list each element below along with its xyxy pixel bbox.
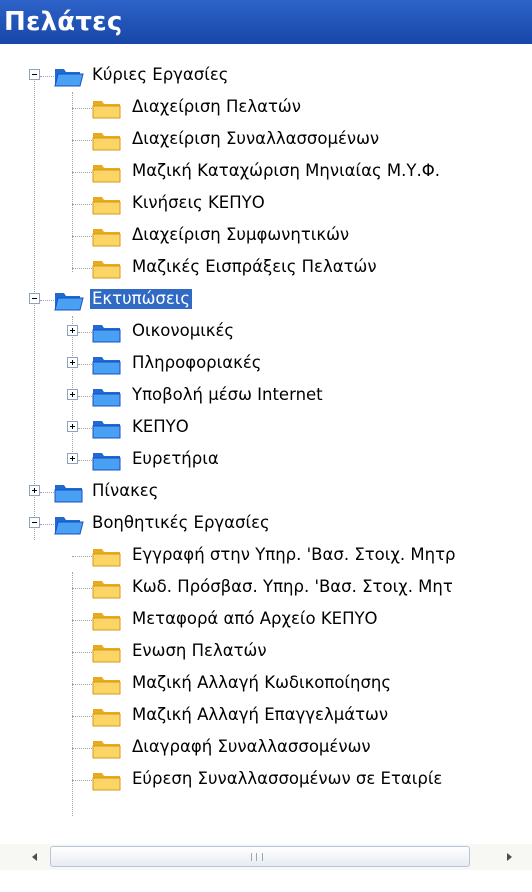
tree-item-transactors-management[interactable]: Διαχείριση Συναλλασσομένων: [0, 124, 532, 156]
open-folder-icon: [54, 517, 84, 535]
tree-item-label: Διαχείριση Συναλλασσομένων: [132, 129, 380, 148]
tree-item-access-codes[interactable]: Κωδ. Πρόσβασ. Υπηρ. 'Βασ. Στοιχ. Μητ: [0, 572, 532, 604]
tree-item-label: Διαχείριση Πελατών: [132, 97, 301, 116]
tree-item-label: Διαγραφή Συναλλασσομένων: [132, 737, 371, 756]
folder-icon: [92, 773, 121, 791]
tree-node-label: Ευρετήρια: [132, 449, 219, 468]
expand-toggle[interactable]: [29, 485, 40, 496]
tree-item-delete-transactors[interactable]: Διαγραφή Συναλλασσομένων: [0, 732, 532, 764]
tree-item-label: Μεταφορά από Αρχείο ΚΕΠΥΟ: [132, 609, 378, 628]
folder-icon: [92, 133, 121, 151]
folder-icon-blue: [92, 453, 121, 471]
tree-node-label: Πίνακες: [92, 481, 159, 500]
tree-item-find-transactors[interactable]: Εύρεση Συναλλασσομένων σε Εταιρίε: [0, 764, 532, 796]
navigation-tree: Κύριες Εργασίες Διαχείριση Πελατών Διαχε…: [0, 44, 532, 828]
collapse-toggle[interactable]: [29, 69, 40, 80]
collapse-toggle[interactable]: [29, 293, 40, 304]
tree-item-label: Μαζικές Εισπράξεις Πελατών: [132, 257, 377, 276]
folder-icon-blue: [92, 389, 121, 407]
expand-toggle[interactable]: [67, 357, 78, 368]
tree-item-agreements-management[interactable]: Διαχείριση Συμφωνητικών: [0, 220, 532, 252]
tree-node-prints[interactable]: Εκτυπώσεις: [0, 284, 532, 316]
scrollbar-thumb[interactable]: [50, 846, 470, 867]
tree-node-label: Πληροφοριακές: [132, 353, 262, 372]
tree-item-label: Κινήσεις ΚΕΠΥΟ: [132, 193, 265, 212]
scroll-left-arrow-icon[interactable]: [26, 847, 44, 867]
tree-item-label: Εύρεση Συναλλασσομένων σε Εταιρίε: [132, 769, 443, 788]
tree-node-label: Υποβολή μέσω Internet: [132, 385, 323, 404]
scroll-right-arrow-icon[interactable]: [500, 847, 518, 867]
tree-node-informational[interactable]: Πληροφοριακές: [0, 348, 532, 380]
tree-node-label: Βοηθητικές Εργασίες: [92, 513, 270, 532]
folder-icon-blue: [92, 421, 121, 439]
tree-node-internet-submission[interactable]: Υποβολή μέσω Internet: [0, 380, 532, 412]
folder-icon: [92, 229, 121, 247]
expand-toggle[interactable]: [67, 453, 78, 464]
expand-toggle[interactable]: [67, 325, 78, 336]
tree-node-label-selected: Εκτυπώσεις: [90, 289, 193, 309]
folder-icon: [92, 101, 121, 119]
open-folder-icon: [54, 69, 84, 87]
tree-node-tables[interactable]: Πίνακες: [0, 476, 532, 508]
tree-node-aux-tasks[interactable]: Βοηθητικές Εργασίες: [0, 508, 532, 540]
tree-item-customer-management[interactable]: Διαχείριση Πελατών: [0, 92, 532, 124]
expand-toggle[interactable]: [67, 389, 78, 400]
tree-node-main-tasks[interactable]: Κύριες Εργασίες: [0, 60, 532, 92]
tree-node-label: Κύριες Εργασίες: [92, 65, 229, 84]
folder-icon: [92, 709, 121, 727]
folder-icon: [92, 197, 121, 215]
tree-node-label: ΚΕΠΥΟ: [132, 417, 189, 436]
collapse-toggle[interactable]: [29, 517, 40, 528]
tree-node-label: Οικονομικές: [132, 321, 235, 340]
tree-item-label: Μαζική Αλλαγή Επαγγελμάτων: [132, 705, 389, 724]
tree-item-merge-customers[interactable]: Ενωση Πελατών: [0, 636, 532, 668]
open-folder-icon: [54, 293, 84, 311]
folder-icon: [92, 645, 121, 663]
tree-item-bulk-collections[interactable]: Μαζικές Εισπράξεις Πελατών: [0, 252, 532, 284]
tree-item-kepyo-movements[interactable]: Κινήσεις ΚΕΠΥΟ: [0, 188, 532, 220]
folder-icon-blue: [54, 485, 83, 503]
tree-item-label: Ενωση Πελατών: [132, 641, 267, 660]
tree-item-bulk-code-change[interactable]: Μαζική Αλλαγή Κωδικοποίησης: [0, 668, 532, 700]
folder-icon-blue: [92, 325, 121, 343]
folder-icon-blue: [92, 357, 121, 375]
folder-icon: [92, 165, 121, 183]
folder-icon: [92, 581, 121, 599]
tree-item-label: Κωδ. Πρόσβασ. Υπηρ. 'Βασ. Στοιχ. Μητ: [132, 577, 453, 596]
folder-icon: [92, 549, 121, 567]
tree-item-label: Διαχείριση Συμφωνητικών: [132, 225, 350, 244]
tree-node-kepyo[interactable]: ΚΕΠΥΟ: [0, 412, 532, 444]
grip-icon: [251, 853, 263, 861]
tree-item-kepyo-import[interactable]: Μεταφορά από Αρχείο ΚΕΠΥΟ: [0, 604, 532, 636]
folder-icon: [92, 677, 121, 695]
folder-icon: [92, 613, 121, 631]
tree-item-bulk-profession-change[interactable]: Μαζική Αλλαγή Επαγγελμάτων: [0, 700, 532, 732]
folder-icon: [92, 741, 121, 759]
expand-toggle[interactable]: [67, 421, 78, 432]
panel-title: Πελάτες: [4, 7, 123, 37]
panel-title-bar: Πελάτες: [0, 0, 532, 44]
tree-item-registry-registration[interactable]: Εγγραφή στην Υπηρ. 'Βασ. Στοιχ. Μητρ: [0, 540, 532, 572]
folder-icon: [92, 261, 121, 279]
tree-item-label: Μαζική Αλλαγή Κωδικοποίησης: [132, 673, 392, 692]
tree-item-label: Μαζική Καταχώριση Μηνιαίας Μ.Υ.Φ.: [132, 161, 440, 180]
tree-item-label: Εγγραφή στην Υπηρ. 'Βασ. Στοιχ. Μητρ: [132, 545, 456, 564]
tree-node-financial[interactable]: Οικονομικές: [0, 316, 532, 348]
horizontal-scrollbar[interactable]: [0, 844, 532, 870]
tree-item-bulk-monthly-entry[interactable]: Μαζική Καταχώριση Μηνιαίας Μ.Υ.Φ.: [0, 156, 532, 188]
tree-node-indexes[interactable]: Ευρετήρια: [0, 444, 532, 476]
